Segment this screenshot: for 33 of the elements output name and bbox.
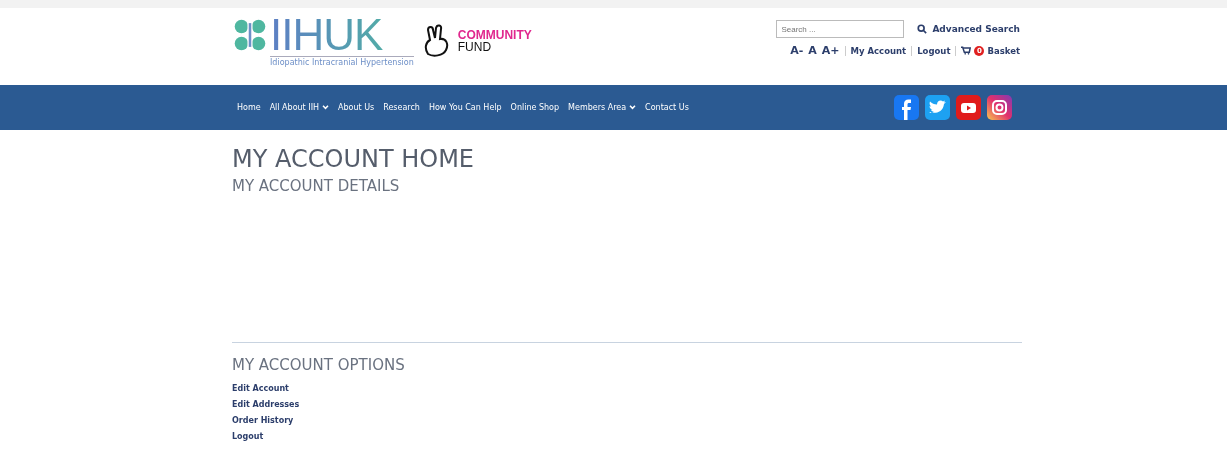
camera-icon[interactable] — [987, 95, 1012, 120]
cart-icon — [961, 46, 972, 55]
account-option-link[interactable]: Logout — [232, 429, 264, 445]
search-icon — [917, 24, 928, 34]
video-play-icon[interactable] — [956, 95, 981, 120]
account-option-link[interactable]: Edit Addresses — [232, 397, 300, 413]
logo-tagline: Idiopathic Intracranial Hypertension — [270, 56, 414, 67]
facebook-icon[interactable] — [894, 95, 919, 120]
nav-item[interactable]: Members Area — [568, 103, 637, 112]
search-field[interactable]: Search ... — [776, 20, 905, 38]
account-option-link[interactable]: Order History — [232, 413, 294, 429]
twitter-icon[interactable] — [925, 95, 950, 120]
page-title: MY ACCOUNT HOME — [232, 144, 475, 174]
section-heading: MY ACCOUNT OPTIONS — [232, 355, 406, 375]
nav-item[interactable]: How You Can Help — [428, 103, 502, 112]
section-heading: MY ACCOUNT DETAILS — [232, 176, 401, 196]
nav-item[interactable]: Online Shop — [510, 103, 560, 112]
nav-item[interactable]: Contact Us — [645, 103, 689, 112]
advanced-search-link[interactable]: Advanced Search — [917, 24, 1020, 34]
text-size-button[interactable]: A+ — [821, 44, 840, 57]
account-option-link[interactable]: Edit Account — [232, 381, 289, 397]
partner-logo-text: COMMUNITY — [457, 28, 532, 41]
partner-logo-text: FUND — [457, 40, 493, 53]
text-size-button[interactable]: A- — [790, 44, 804, 57]
nav-item[interactable]: All About IIH — [269, 103, 329, 112]
caret-icon — [629, 105, 637, 110]
text-size-button[interactable]: A — [808, 44, 817, 57]
account-link[interactable]: Logout — [917, 45, 951, 56]
caret-icon — [322, 105, 329, 110]
account-link[interactable]: My Account — [850, 45, 907, 56]
nav-item[interactable]: Home — [237, 103, 261, 112]
nav-item[interactable]: Research — [383, 103, 420, 112]
nav-item[interactable]: About Us — [338, 103, 375, 112]
